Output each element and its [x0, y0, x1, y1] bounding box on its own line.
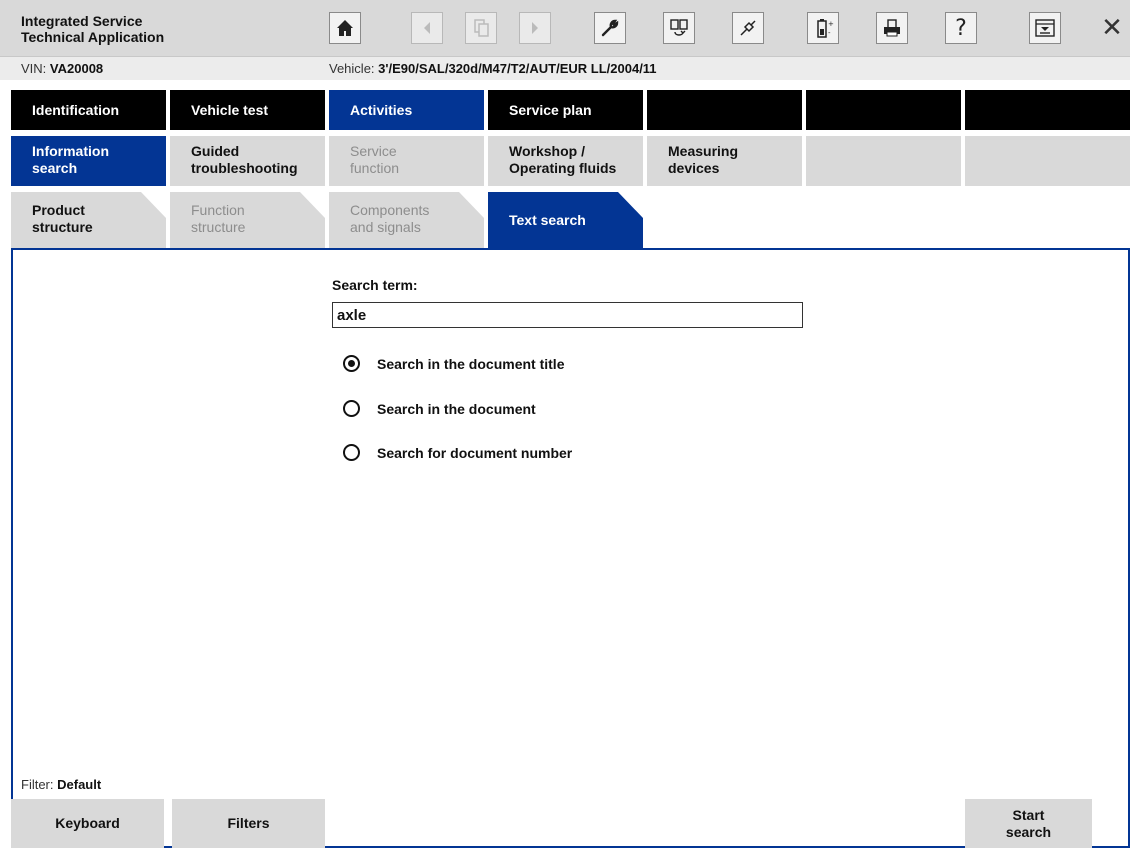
- subnav-measuring-devices[interactable]: Measuring devices: [647, 136, 802, 186]
- nav-vehicle-test[interactable]: Vehicle test: [170, 90, 325, 130]
- home-icon: [337, 20, 353, 36]
- forward-arrow-icon: [532, 22, 538, 34]
- subnav-empty-2: [965, 136, 1130, 186]
- wrench-icon: [601, 19, 619, 37]
- radio-option-label: Search for document number: [377, 444, 573, 461]
- filter-status: Filter: Default: [21, 777, 101, 792]
- display-swap-icon: [670, 19, 688, 36]
- vehicle-value: 3'/E90/SAL/320d/M47/T2/AUT/EUR LL/2004/1…: [378, 61, 657, 76]
- wrench-button[interactable]: [594, 12, 626, 44]
- vin-label: VIN:: [21, 61, 47, 76]
- search-term-input[interactable]: [332, 302, 803, 328]
- battery-button[interactable]: + -: [807, 12, 839, 44]
- connection-plug-icon: [740, 20, 756, 36]
- display-swap-button[interactable]: [663, 12, 695, 44]
- minimize-window-icon: [1035, 19, 1055, 37]
- radio-option-document-number[interactable]: Search for document number: [343, 444, 572, 461]
- subnav-information-search[interactable]: Information search: [11, 136, 166, 186]
- search-term-label: Search term:: [332, 277, 418, 293]
- nav-activities[interactable]: Activities: [329, 90, 484, 130]
- nav-service-plan[interactable]: Service plan: [488, 90, 643, 130]
- radio-option-document[interactable]: Search in the document: [343, 400, 536, 417]
- app-title: Integrated Service Technical Application: [21, 13, 165, 45]
- nav-empty-1: [647, 90, 802, 130]
- subnav-guided-troubleshooting[interactable]: Guided troubleshooting: [170, 136, 325, 186]
- radio-option-document-title[interactable]: Search in the document title: [343, 355, 564, 372]
- svg-text:+: +: [828, 20, 834, 28]
- vin-display: VIN: VA20008: [21, 61, 103, 76]
- home-button[interactable]: [329, 12, 361, 44]
- filters-button[interactable]: Filters: [172, 799, 325, 848]
- tab-text-search[interactable]: Text search: [488, 192, 643, 248]
- forward-button[interactable]: [519, 12, 551, 44]
- help-icon: ?: [955, 15, 967, 41]
- nav-identification[interactable]: Identification: [11, 90, 166, 130]
- nav-empty-2: [806, 90, 961, 130]
- help-button[interactable]: ?: [945, 12, 977, 44]
- radio-selected-icon[interactable]: [343, 355, 360, 372]
- connection-button[interactable]: [732, 12, 764, 44]
- radio-option-label: Search in the document title: [377, 355, 565, 372]
- filter-value: Default: [57, 777, 102, 792]
- subnav-empty-1: [806, 136, 961, 186]
- battery-icon: +-: [817, 19, 834, 38]
- print-button[interactable]: [876, 12, 908, 44]
- minimize-button[interactable]: [1029, 12, 1061, 44]
- tab-bar: Product structure Function structure Com…: [0, 192, 1130, 248]
- start-search-button[interactable]: Start search: [965, 799, 1092, 848]
- back-arrow-icon: [424, 22, 430, 34]
- tab-function-structure[interactable]: Function structure: [170, 192, 325, 248]
- vehicle-display: Vehicle: 3'/E90/SAL/320d/M47/T2/AUT/EUR …: [329, 61, 657, 76]
- svg-text:-: -: [828, 29, 831, 37]
- content-panel: [11, 248, 1130, 848]
- vehicle-info-bar: VIN: VA20008 Vehicle: 3'/E90/SAL/320d/M4…: [0, 56, 1130, 80]
- documents-icon: [474, 19, 489, 37]
- vehicle-label: Vehicle:: [329, 61, 375, 76]
- nav-empty-3: [965, 90, 1130, 130]
- vin-value: VA20008: [49, 61, 104, 76]
- main-nav: Identification Vehicle test Activities S…: [0, 90, 1130, 130]
- radio-unselected-icon[interactable]: [343, 400, 360, 417]
- close-button[interactable]: ✕: [1096, 12, 1128, 44]
- back-button[interactable]: [411, 12, 443, 44]
- tab-product-structure[interactable]: Product structure: [11, 192, 166, 248]
- subnav-service-function[interactable]: Service function: [329, 136, 484, 186]
- radio-option-label: Search in the document: [377, 400, 536, 417]
- subnav-workshop-operating-fluids[interactable]: Workshop / Operating fluids: [488, 136, 643, 186]
- printer-icon: [884, 19, 900, 37]
- keyboard-button[interactable]: Keyboard: [11, 799, 164, 848]
- close-icon: ✕: [1101, 13, 1123, 43]
- sub-nav: Information search Guided troubleshootin…: [0, 136, 1130, 186]
- tab-components-and-signals[interactable]: Components and signals: [329, 192, 484, 248]
- documents-button[interactable]: [465, 12, 497, 44]
- filter-label: Filter:: [21, 777, 54, 792]
- radio-unselected-icon[interactable]: [343, 444, 360, 461]
- title-bar: Integrated Service Technical Application…: [0, 0, 1130, 56]
